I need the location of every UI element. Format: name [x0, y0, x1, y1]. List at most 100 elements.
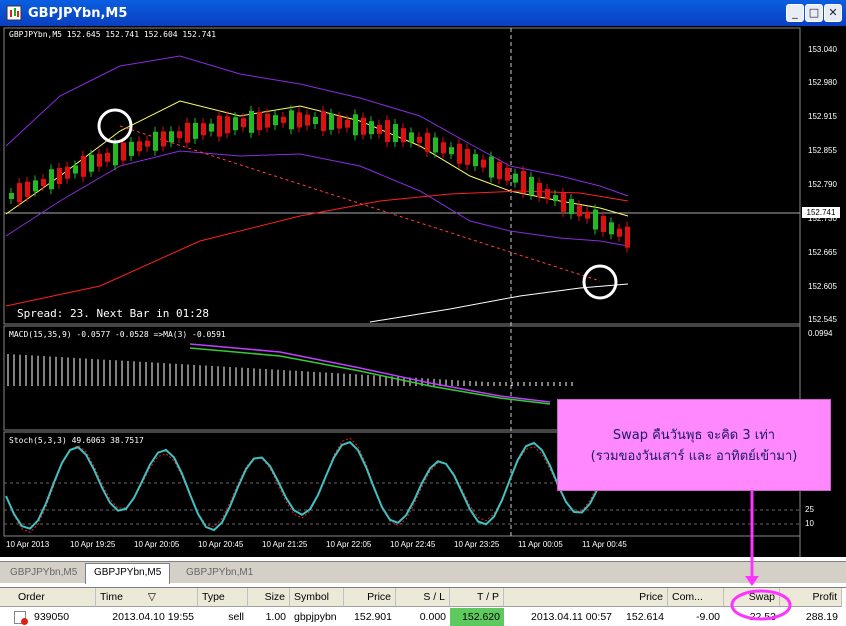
candle-body	[321, 111, 326, 132]
maximize-button[interactable]: □	[805, 4, 823, 22]
col-size[interactable]: Size	[248, 588, 290, 607]
col-type[interactable]: Type	[198, 588, 248, 607]
candle-body	[553, 195, 558, 202]
candle-body	[609, 222, 614, 235]
time-tick: 11 Apr 00:05	[518, 540, 563, 549]
candle-body	[217, 115, 222, 137]
candle-body	[289, 110, 294, 130]
candle-body	[89, 154, 94, 172]
candle-body	[281, 116, 286, 123]
price-tick: 152.605	[808, 282, 837, 291]
candle-body	[49, 169, 54, 190]
price-tick: 153.040	[808, 45, 837, 54]
col-order[interactable]: Order	[0, 588, 96, 607]
price-tick: 152.665	[808, 248, 837, 257]
candle-body	[249, 110, 254, 133]
cell-order[interactable]: 939050	[30, 608, 96, 626]
col-commission[interactable]: Com...	[668, 588, 724, 607]
candle-body	[457, 143, 462, 164]
ma-white	[369, 283, 629, 323]
highlight-circle-entry	[97, 108, 133, 144]
price-tick: 152.980	[808, 78, 837, 87]
col-price[interactable]: Price	[344, 588, 396, 607]
candle-body	[273, 115, 278, 126]
candle-body	[433, 137, 438, 153]
candle-body	[81, 155, 86, 177]
candle-body	[537, 182, 542, 197]
candle-body	[449, 147, 454, 155]
cell-close-price[interactable]: 152.614	[616, 608, 668, 626]
macd-label: MACD(15,35,9) -0.0577 -0.0528 =>MA(3) -0…	[9, 330, 226, 339]
candle-body	[561, 192, 566, 212]
cell-open-time[interactable]: 2013.04.10 19:55	[96, 608, 198, 626]
minimize-button[interactable]: _	[786, 4, 804, 22]
sort-icon: ▽	[147, 591, 156, 603]
candle-body	[41, 179, 46, 187]
cell-size[interactable]: 1.00	[248, 608, 290, 626]
ma-red	[5, 190, 629, 307]
trend-line	[119, 125, 601, 282]
candle-body	[585, 211, 590, 219]
macd-axis-tick: 0.0994	[808, 329, 833, 338]
stoch-axis-tick: 25	[805, 505, 814, 514]
candle-body	[369, 121, 374, 135]
price-tick: 152.855	[808, 146, 837, 155]
close-button[interactable]: ✕	[824, 4, 842, 22]
cell-symbol[interactable]: gbpjpybn	[290, 608, 344, 626]
candle-body	[233, 117, 238, 131]
price-tick: 152.915	[808, 112, 837, 121]
tab-gbpjpy-m5-active[interactable]: GBPJPYbn,M5	[85, 563, 171, 584]
col-sl[interactable]: S / L	[396, 588, 450, 607]
price-chart[interactable]: GBPJPYbn,M5 152.645 152.741 152.604 152.…	[0, 26, 846, 557]
swap-annotation-callout: Swap คืนวันพุธ จะคิด 3 เท่า (รวมของวันเส…	[557, 399, 831, 491]
time-tick: 10 Apr 22:45	[390, 540, 436, 549]
candle-body	[329, 113, 334, 130]
candle-body	[617, 228, 622, 237]
col-swap[interactable]: Swap	[724, 588, 780, 607]
candle-body	[361, 117, 366, 135]
candle-body	[545, 188, 550, 199]
cell-type[interactable]: sell	[198, 608, 248, 626]
time-tick: 10 Apr 23:25	[454, 540, 500, 549]
candle-body	[265, 113, 270, 128]
price-tick: 152.545	[808, 315, 837, 324]
cell-sl[interactable]: 0.000	[396, 608, 450, 626]
candle-body	[209, 123, 214, 132]
main-panel-frame	[3, 27, 801, 325]
candle-body	[145, 140, 150, 147]
col-profit[interactable]: Profit	[780, 588, 842, 607]
candle-body	[465, 148, 470, 165]
candle-body	[601, 215, 606, 232]
candle-body	[353, 114, 358, 136]
tab-gbpjpy-m5[interactable]: GBPJPYbn,M5	[2, 564, 85, 583]
tab-gbpjpy-m1[interactable]: GBPJPYbn,M1	[178, 564, 261, 583]
cell-swap[interactable]: -22.53	[724, 608, 780, 626]
candle-body	[345, 119, 350, 128]
price-tick: 152.790	[808, 180, 837, 189]
col-open-time[interactable]: Time ▽	[96, 588, 198, 607]
time-tick: 10 Apr 22:05	[326, 540, 372, 549]
candle-body	[161, 131, 166, 147]
candle-body	[241, 118, 246, 128]
annotation-line-2: (รวมของวันเสาร์ และ อาทิตย์เข้ามา)	[590, 449, 798, 464]
candle-body	[33, 180, 38, 192]
col-tp[interactable]: T / P	[450, 588, 504, 607]
col-close-price[interactable]: Price	[616, 588, 668, 607]
candle-body	[401, 128, 406, 143]
candle-body	[225, 116, 230, 134]
cell-profit[interactable]: 288.19	[780, 608, 842, 626]
candle-body	[505, 167, 510, 181]
chart-app-icon	[6, 5, 22, 21]
col-symbol[interactable]: Symbol	[290, 588, 344, 607]
candle-body	[113, 143, 118, 166]
cell-commission[interactable]: -9.00	[668, 608, 724, 626]
cell-tp[interactable]: 152.620	[450, 608, 504, 626]
candle-body	[425, 132, 430, 152]
candle-body	[9, 193, 14, 199]
candle-body	[297, 112, 302, 128]
candle-body	[201, 123, 206, 136]
candle-body	[105, 152, 110, 162]
cell-close-time[interactable]: 2013.04.11 00:57	[504, 608, 616, 626]
cell-price[interactable]: 152.901	[344, 608, 396, 626]
highlight-circle-exit	[582, 264, 618, 300]
